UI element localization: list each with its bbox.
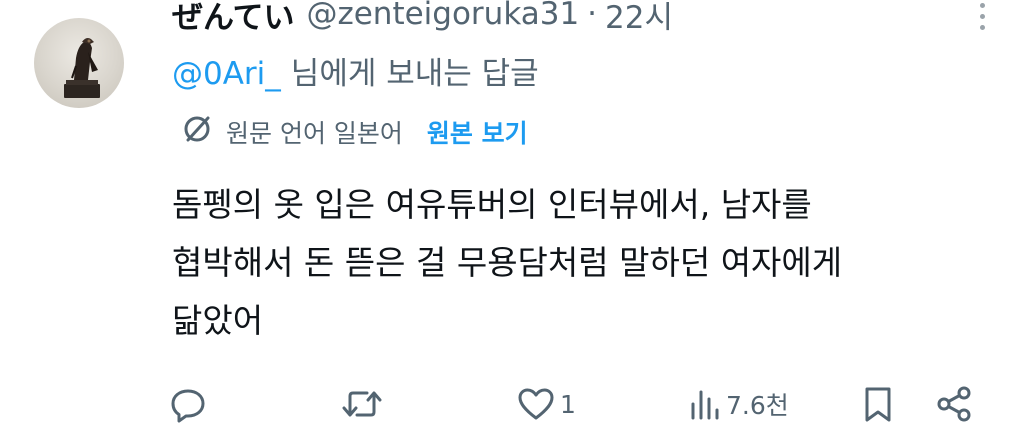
views-count: 7.6천 — [726, 391, 789, 420]
bookmark-button[interactable] — [860, 376, 896, 432]
share-button[interactable] — [934, 376, 974, 432]
tweet-text-line: 협박해서 돈 뜯은 걸 무용담처럼 말하던 여자에게 — [172, 243, 843, 282]
tweet-actions: 1 7.6천 — [160, 376, 1000, 432]
reply-mention-link[interactable]: @0Ari_ — [172, 56, 281, 92]
reply-icon — [168, 384, 208, 424]
avatar[interactable] — [34, 18, 124, 108]
more-options-icon[interactable] — [970, 0, 994, 32]
retweet-icon — [340, 384, 384, 424]
reply-context-label: 님에게 보내는 답글 — [290, 56, 539, 92]
translate-icon — [180, 112, 226, 152]
show-original-link[interactable]: 원본 보기 — [427, 114, 528, 150]
like-button[interactable]: 1 — [516, 376, 576, 432]
display-name[interactable]: ぜんてい — [172, 0, 294, 37]
translation-note: 원문 언어 일본어 — [226, 119, 403, 148]
reply-context: @0Ari_ 님에게 보내는 답글 — [172, 48, 539, 93]
tweet-text-line: 닮았어 — [172, 301, 264, 340]
avatar-image — [64, 38, 100, 98]
like-count: 1 — [560, 389, 576, 419]
share-icon — [934, 384, 974, 424]
tweet-header: ぜんてい @zenteigoruka31 · 22시 — [172, 0, 673, 38]
reply-button[interactable] — [168, 376, 208, 432]
retweet-button[interactable] — [340, 376, 384, 432]
separator-dot: · — [587, 0, 598, 32]
timestamp[interactable]: 22시 — [605, 0, 673, 37]
views-icon — [688, 384, 722, 424]
bookmark-icon — [860, 384, 896, 424]
tweet-text: 돔펭의 옷 입은 여유튜버의 인터뷰에서, 남자를 협박해서 돈 뜯은 걸 무용… — [172, 176, 992, 350]
user-handle[interactable]: @zenteigoruka31 — [306, 0, 579, 32]
views-button[interactable]: 7.6천 — [688, 376, 789, 432]
heart-icon — [516, 384, 556, 424]
tweet-text-line: 돔펭의 옷 입은 여유튜버의 인터뷰에서, 남자를 — [172, 185, 812, 224]
translation-row: 원문 언어 일본어 원본 보기 — [180, 112, 528, 152]
